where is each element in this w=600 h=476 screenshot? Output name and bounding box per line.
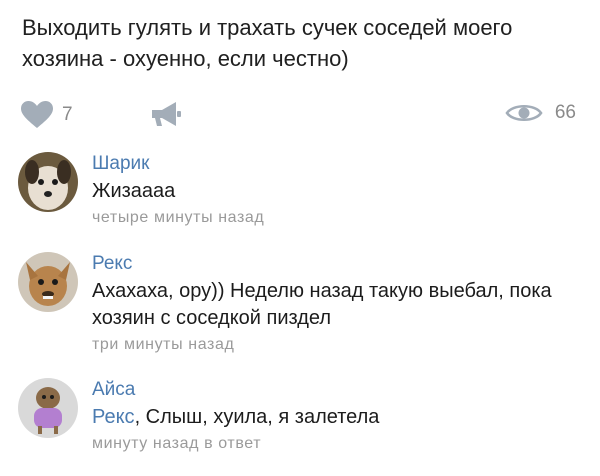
megaphone-icon: [152, 102, 181, 126]
views-counter: 66: [505, 100, 576, 126]
comment-text-body: , Слыш, хуила, я залетела: [134, 406, 380, 428]
comment-timestamp[interactable]: минуту назад в ответ: [92, 435, 582, 453]
eye-icon: [505, 104, 543, 122]
comment-text: Рекс, Слыш, хуила, я залетела: [92, 404, 582, 431]
reply-mention[interactable]: Рекс: [92, 406, 135, 428]
share-button[interactable]: [148, 99, 184, 129]
post-text: Выходить гулять и трахать сучек соседей …: [22, 15, 513, 71]
comment-author[interactable]: Шарик: [92, 152, 582, 176]
comment-timestamp[interactable]: три минуты назад: [92, 336, 582, 354]
heart-icon: [21, 101, 53, 128]
avatar[interactable]: [18, 378, 78, 438]
like-count: 7: [62, 104, 73, 125]
comment-author[interactable]: Рекс: [92, 252, 582, 276]
avatar[interactable]: [18, 152, 78, 212]
avatar[interactable]: [18, 252, 78, 312]
like-button[interactable]: 7: [20, 100, 73, 130]
comment-timestamp[interactable]: четыре минуты назад: [92, 209, 582, 227]
views-count: 66: [554, 102, 576, 123]
comment-text: Жизаааа: [92, 180, 176, 202]
comment-author[interactable]: Айса: [92, 378, 582, 402]
post-actions: 7 66: [20, 96, 580, 132]
comment-text: Ахахаха, ору)) Неделю назад такую выебал…: [92, 280, 552, 329]
